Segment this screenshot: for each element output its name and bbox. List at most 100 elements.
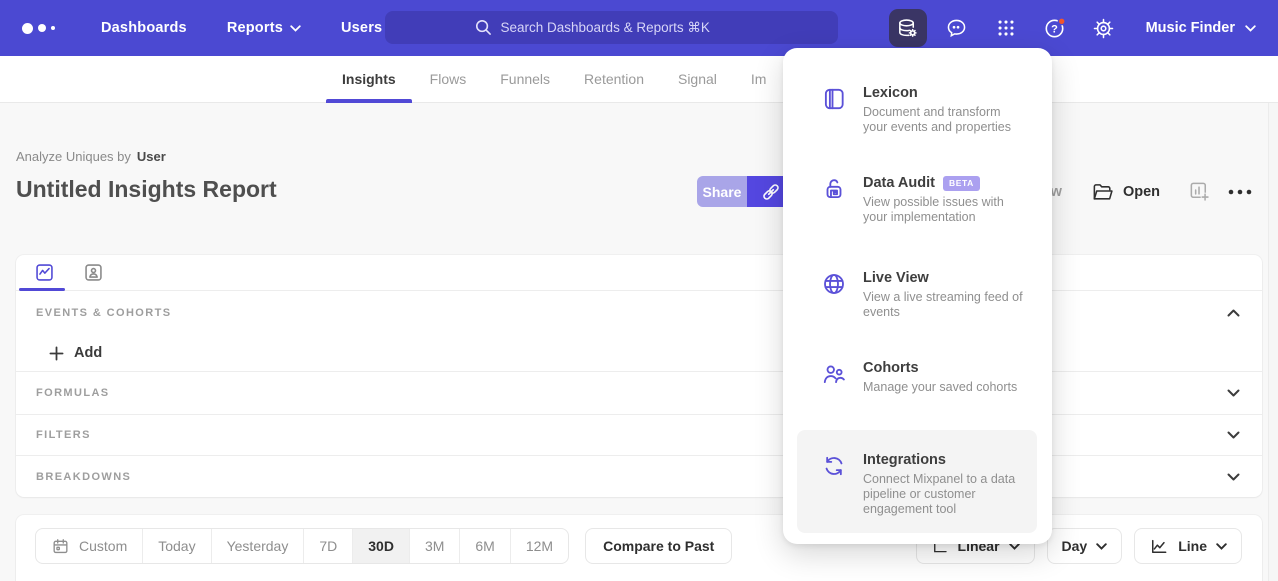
data-management-menu: Lexicon Document and transform your even… (783, 48, 1052, 544)
tab-retention[interactable]: Retention (568, 56, 660, 102)
interval-label: Day (1062, 538, 1088, 554)
analyze-entity-selector[interactable]: User (137, 149, 166, 164)
tab-signal-label: Signal (678, 71, 717, 87)
nav-dashboards-label: Dashboards (101, 20, 187, 36)
range-12m[interactable]: 12M (511, 529, 568, 563)
chevron-down-icon (1245, 25, 1256, 32)
chart-type-dropdown[interactable]: Line (1134, 528, 1242, 564)
range-6m[interactable]: 6M (460, 529, 510, 563)
events-view-tab[interactable] (34, 262, 55, 283)
section-filters[interactable]: FILTERS (16, 414, 1262, 455)
menu-item-description: Connect Mixpanel to a data pipeline or c… (863, 472, 1027, 517)
svg-text:?: ? (1051, 24, 1058, 36)
sync-icon (821, 452, 847, 517)
collapse-events-button[interactable] (1227, 309, 1240, 317)
compare-to-past-button[interactable]: Compare to Past (585, 528, 732, 564)
menu-item-cohorts[interactable]: Cohorts Manage your saved cohorts (797, 360, 1037, 395)
chevron-down-icon (1096, 543, 1107, 550)
range-7d[interactable]: 7D (304, 529, 353, 563)
menu-item-title: Lexicon (863, 85, 918, 101)
expand-filters-button[interactable] (1227, 431, 1240, 439)
menu-item-title: Live View (863, 270, 929, 286)
range-custom[interactable]: Custom (36, 529, 143, 563)
nav-dashboards[interactable]: Dashboards (101, 20, 187, 36)
chevron-down-icon (290, 25, 301, 32)
mixpanel-logo[interactable] (22, 23, 55, 34)
data-management-button[interactable] (889, 9, 927, 47)
section-events-cohorts[interactable]: EVENTS & COHORTS (16, 291, 1262, 335)
report-title[interactable]: Untitled Insights Report (16, 176, 277, 203)
globe-icon (821, 270, 847, 320)
book-icon (821, 85, 847, 135)
feedback-button[interactable] (938, 9, 976, 47)
tab-flows-label: Flows (430, 71, 467, 87)
menu-item-integrations[interactable]: Integrations Connect Mixpanel to a data … (797, 430, 1037, 533)
project-switcher[interactable]: Music Finder (1146, 20, 1256, 36)
folder-icon (1092, 182, 1114, 202)
range-yesterday[interactable]: Yesterday (212, 529, 305, 563)
tab-funnels[interactable]: Funnels (484, 56, 566, 102)
analyze-by-row: Analyze Uniques by User (16, 149, 166, 164)
menu-item-live-view[interactable]: Live View View a live streaming feed of … (797, 270, 1037, 320)
lock-icon (821, 175, 847, 225)
interval-dropdown[interactable]: Day (1047, 528, 1123, 564)
tab-insights[interactable]: Insights (326, 56, 412, 102)
range-today[interactable]: Today (143, 529, 211, 563)
tab-impact-label: Im (751, 71, 767, 87)
range-3m-label: 3M (425, 538, 444, 554)
plus-icon (49, 346, 64, 361)
section-breakdowns[interactable]: BREAKDOWNS (16, 455, 1262, 497)
share-button[interactable]: Share (697, 176, 747, 207)
menu-item-description: View a live streaming feed of events (863, 290, 1027, 320)
nav-users[interactable]: Users (341, 20, 382, 36)
menu-item-title: Integrations (863, 452, 946, 468)
report-tabs: Insights Flows Funnels Retention Signal … (0, 56, 1278, 103)
menu-item-data-audit[interactable]: Data Audit BETA View possible issues wit… (797, 175, 1037, 225)
grid-icon (995, 17, 1017, 39)
tab-funnels-label: Funnels (500, 71, 550, 87)
events-cohorts-label: EVENTS & COHORTS (36, 307, 171, 319)
chart-view-icon (34, 262, 55, 283)
calendar-icon (51, 537, 70, 556)
more-options-button[interactable] (1227, 187, 1253, 197)
chevron-up-icon (1227, 309, 1240, 317)
menu-item-lexicon[interactable]: Lexicon Document and transform your even… (797, 85, 1037, 135)
ellipsis-icon (1227, 187, 1253, 197)
breakdowns-label: BREAKDOWNS (36, 471, 131, 483)
range-yesterday-label: Yesterday (227, 538, 289, 554)
add-event-button[interactable]: Add (49, 345, 102, 361)
page-scrollbar[interactable] (1268, 103, 1278, 581)
expand-formulas-button[interactable] (1227, 389, 1240, 397)
range-12m-label: 12M (526, 538, 553, 554)
nav-reports[interactable]: Reports (227, 20, 301, 36)
settings-button[interactable] (1085, 9, 1123, 47)
help-button[interactable]: ? (1036, 9, 1074, 47)
nav-right-cluster: ? Music Finder (889, 9, 1256, 47)
apps-grid-button[interactable] (987, 9, 1025, 47)
nav-links: Dashboards Reports Users (101, 20, 382, 36)
search-input[interactable] (501, 20, 749, 35)
users-icon (821, 360, 847, 395)
global-search[interactable] (385, 11, 838, 44)
menu-item-description: View possible issues with your implement… (863, 195, 1027, 225)
add-to-dashboard-button[interactable] (1188, 180, 1211, 203)
nav-reports-label: Reports (227, 20, 283, 36)
tab-signal[interactable]: Signal (662, 56, 733, 102)
add-to-dashboard-icon (1188, 180, 1211, 203)
tab-retention-label: Retention (584, 71, 644, 87)
expand-breakdowns-button[interactable] (1227, 473, 1240, 481)
open-report-button[interactable]: Open (1092, 182, 1160, 202)
tab-insights-label: Insights (342, 71, 396, 87)
report-header: Analyze Uniques by User Untitled Insights… (0, 103, 1278, 233)
query-builder-card: EVENTS & COHORTS Add FORMULAS FILTERS BR… (16, 255, 1262, 497)
tab-impact[interactable]: Im (735, 56, 783, 102)
range-3m[interactable]: 3M (410, 529, 460, 563)
menu-item-description: Document and transform your events and p… (863, 105, 1027, 135)
gear-icon (1092, 17, 1115, 40)
tab-flows[interactable]: Flows (414, 56, 483, 102)
profiles-view-tab[interactable] (83, 262, 104, 283)
menu-item-title: Cohorts (863, 360, 919, 376)
analyze-prefix: Analyze Uniques by (16, 149, 131, 164)
range-30d[interactable]: 30D (353, 529, 410, 563)
section-formulas[interactable]: FORMULAS (16, 371, 1262, 414)
